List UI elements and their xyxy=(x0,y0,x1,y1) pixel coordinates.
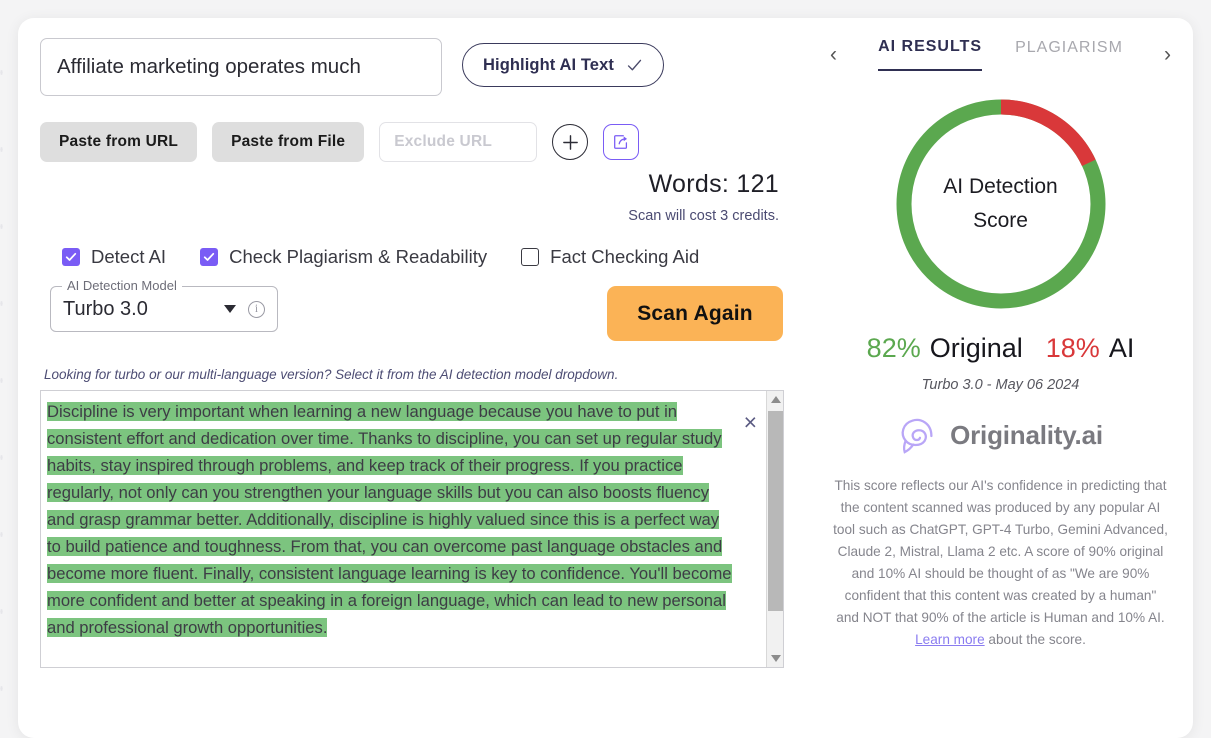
results-pane: ‹ AI RESULTS PLAGIARISM › AI Detection S… xyxy=(808,18,1193,738)
words-block: Words: 121 Scan will cost 3 credits. xyxy=(40,170,786,224)
highlight-ai-text-label: Highlight AI Text xyxy=(483,56,614,75)
plus-icon xyxy=(561,133,580,152)
donut-title-line1: AI Detection xyxy=(943,170,1057,204)
next-tab-arrow[interactable]: › xyxy=(1156,43,1179,67)
title-row: Highlight AI Text xyxy=(40,38,786,96)
option-label: Detect AI xyxy=(91,246,166,268)
results-tabs: ‹ AI RESULTS PLAGIARISM › xyxy=(822,38,1179,71)
title-input[interactable] xyxy=(40,38,442,96)
disclaimer-text-part1: This score reflects our AI's confidence … xyxy=(833,478,1168,625)
score-disclaimer: This score reflects our AI's confidence … xyxy=(822,475,1179,651)
word-count: Words: 121 xyxy=(40,170,779,199)
close-icon[interactable]: × xyxy=(744,411,757,434)
donut-center-label: AI Detection Score xyxy=(892,95,1110,313)
learn-more-link[interactable]: Learn more xyxy=(915,632,985,647)
tab-plagiarism[interactable]: PLAGIARISM xyxy=(1015,39,1123,70)
check-icon xyxy=(626,57,643,74)
originality-logo-text: Originality.ai xyxy=(950,420,1103,451)
option-fact-checking[interactable]: Fact Checking Aid xyxy=(521,246,699,268)
checkbox-checked-icon[interactable] xyxy=(62,248,80,266)
originality-logo-icon xyxy=(898,415,940,455)
model-hint-text: Looking for turbo or our multi-language … xyxy=(40,367,786,382)
original-percent: 82% xyxy=(867,333,921,364)
export-icon xyxy=(612,133,630,151)
model-date: Turbo 3.0 - May 06 2024 xyxy=(822,377,1179,393)
scroll-down-icon[interactable] xyxy=(767,650,784,667)
donut-chart: AI Detection Score xyxy=(892,95,1110,313)
prev-tab-arrow[interactable]: ‹ xyxy=(822,43,845,67)
originality-logo: Originality.ai xyxy=(822,415,1179,455)
highlight-ai-text-button[interactable]: Highlight AI Text xyxy=(462,43,664,87)
content-editor[interactable]: Discipline is very important when learni… xyxy=(40,390,784,668)
highlighted-line: Discipline is very important when learni… xyxy=(47,402,732,637)
model-row: AI Detection Model Turbo 3.0 i Scan Agai… xyxy=(40,286,786,341)
option-label: Fact Checking Aid xyxy=(550,246,699,268)
editor-scrollbar[interactable] xyxy=(766,391,783,667)
option-detect-ai[interactable]: Detect AI xyxy=(62,246,166,268)
export-button[interactable] xyxy=(603,124,639,160)
ai-detection-model-dropdown[interactable]: AI Detection Model Turbo 3.0 i xyxy=(50,286,278,332)
ai-detection-score-chart: AI Detection Score xyxy=(822,95,1179,313)
highlighted-content-text[interactable]: Discipline is very important when learni… xyxy=(41,391,783,641)
add-url-button[interactable] xyxy=(552,124,588,160)
paste-from-file-button[interactable]: Paste from File xyxy=(212,122,364,162)
ai-label: AI xyxy=(1109,333,1135,364)
editor-pane: Highlight AI Text Paste from URL Paste f… xyxy=(18,18,808,738)
paste-row: Paste from URL Paste from File xyxy=(40,122,786,162)
info-icon[interactable]: i xyxy=(248,301,265,318)
ai-detection-model-value: Turbo 3.0 xyxy=(63,298,224,321)
scrollbar-thumb[interactable] xyxy=(768,411,783,611)
original-label: Original xyxy=(930,333,1023,364)
scroll-up-icon[interactable] xyxy=(767,391,784,408)
disclaimer-text-part2: about the score. xyxy=(985,632,1086,647)
chevron-down-icon[interactable] xyxy=(224,305,236,313)
paste-from-url-button[interactable]: Paste from URL xyxy=(40,122,197,162)
checkbox-checked-icon[interactable] xyxy=(200,248,218,266)
exclude-url-input[interactable] xyxy=(379,122,537,162)
credits-note: Scan will cost 3 credits. xyxy=(40,208,779,224)
option-check-plagiarism[interactable]: Check Plagiarism & Readability xyxy=(200,246,487,268)
ai-percent: 18% xyxy=(1046,333,1100,364)
donut-title-line2: Score xyxy=(973,204,1028,238)
ai-detection-model-legend: AI Detection Model xyxy=(62,278,182,293)
checkbox-unchecked-icon[interactable] xyxy=(521,248,539,266)
option-label: Check Plagiarism & Readability xyxy=(229,246,487,268)
app-card: Highlight AI Text Paste from URL Paste f… xyxy=(18,18,1193,738)
score-summary: 82% Original 18% AI xyxy=(822,333,1179,364)
scan-again-button[interactable]: Scan Again xyxy=(607,286,783,341)
tab-ai-results[interactable]: AI RESULTS xyxy=(878,38,982,71)
options-row: Detect AI Check Plagiarism & Readability… xyxy=(40,246,786,268)
